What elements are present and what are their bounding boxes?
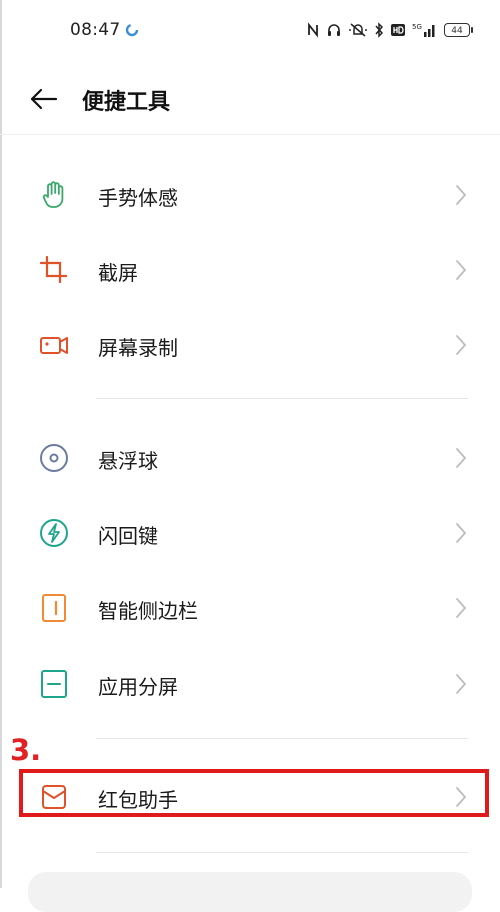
section-divider (96, 398, 468, 399)
status-bar: 08:47 5G 44 (0, 0, 500, 64)
section-divider (96, 852, 468, 853)
list-item-label: 屏幕录制 (98, 336, 178, 360)
crop-screenshot-icon (38, 254, 70, 286)
battery-icon: 44 (444, 23, 473, 37)
svg-text:5G: 5G (412, 23, 422, 31)
list-item-floating-ball[interactable]: 悬浮球 (0, 421, 500, 491)
nfc-icon (306, 22, 320, 38)
sync-icon (125, 22, 139, 41)
split-screen-icon (38, 668, 70, 700)
annotation-highlight-box (19, 769, 489, 817)
status-time: 08:47 (70, 20, 121, 40)
list-item-label: 悬浮球 (98, 449, 158, 473)
section-divider (96, 738, 468, 739)
smart-sidebar-icon (38, 592, 70, 624)
back-arrow-icon[interactable] (28, 84, 60, 114)
screen-record-icon (38, 329, 70, 361)
list-item-label: 手势体感 (98, 186, 178, 210)
page-header: 便捷工具 (0, 64, 500, 135)
page-title: 便捷工具 (82, 90, 171, 115)
list-item-smart-sidebar[interactable]: 智能侧边栏 (0, 571, 500, 641)
signal-5g-icon: 5G (412, 22, 438, 38)
headset-icon (326, 22, 342, 38)
floating-ball-icon (38, 442, 70, 474)
list-item-label: 截屏 (98, 261, 138, 285)
list-item-flashback-key[interactable]: 闪回键 (0, 496, 500, 566)
chevron-right-icon (454, 597, 468, 623)
list-item-screenshot[interactable]: 截屏 (0, 233, 500, 303)
chevron-right-icon (454, 334, 468, 360)
list-item-gesture[interactable]: 手势体感 (0, 158, 500, 228)
hd-icon (390, 22, 406, 38)
chevron-right-icon (454, 522, 468, 548)
chevron-right-icon (454, 673, 468, 699)
flashback-key-icon (38, 517, 70, 549)
list-item-label: 闪回键 (98, 524, 158, 548)
bluetooth-icon (374, 22, 384, 38)
mute-bell-icon (348, 22, 368, 38)
list-item-label: 智能侧边栏 (98, 599, 198, 623)
chevron-right-icon (454, 259, 468, 285)
bottom-card (28, 872, 472, 912)
list-item-split-screen[interactable]: 应用分屏 (0, 647, 500, 717)
list-item-label: 应用分屏 (98, 675, 178, 699)
chevron-right-icon (454, 184, 468, 210)
chevron-right-icon (454, 447, 468, 473)
status-icons: 5G 44 (306, 22, 473, 38)
list-item-screen-record[interactable]: 屏幕录制 (0, 308, 500, 378)
hand-gesture-icon (38, 179, 70, 211)
